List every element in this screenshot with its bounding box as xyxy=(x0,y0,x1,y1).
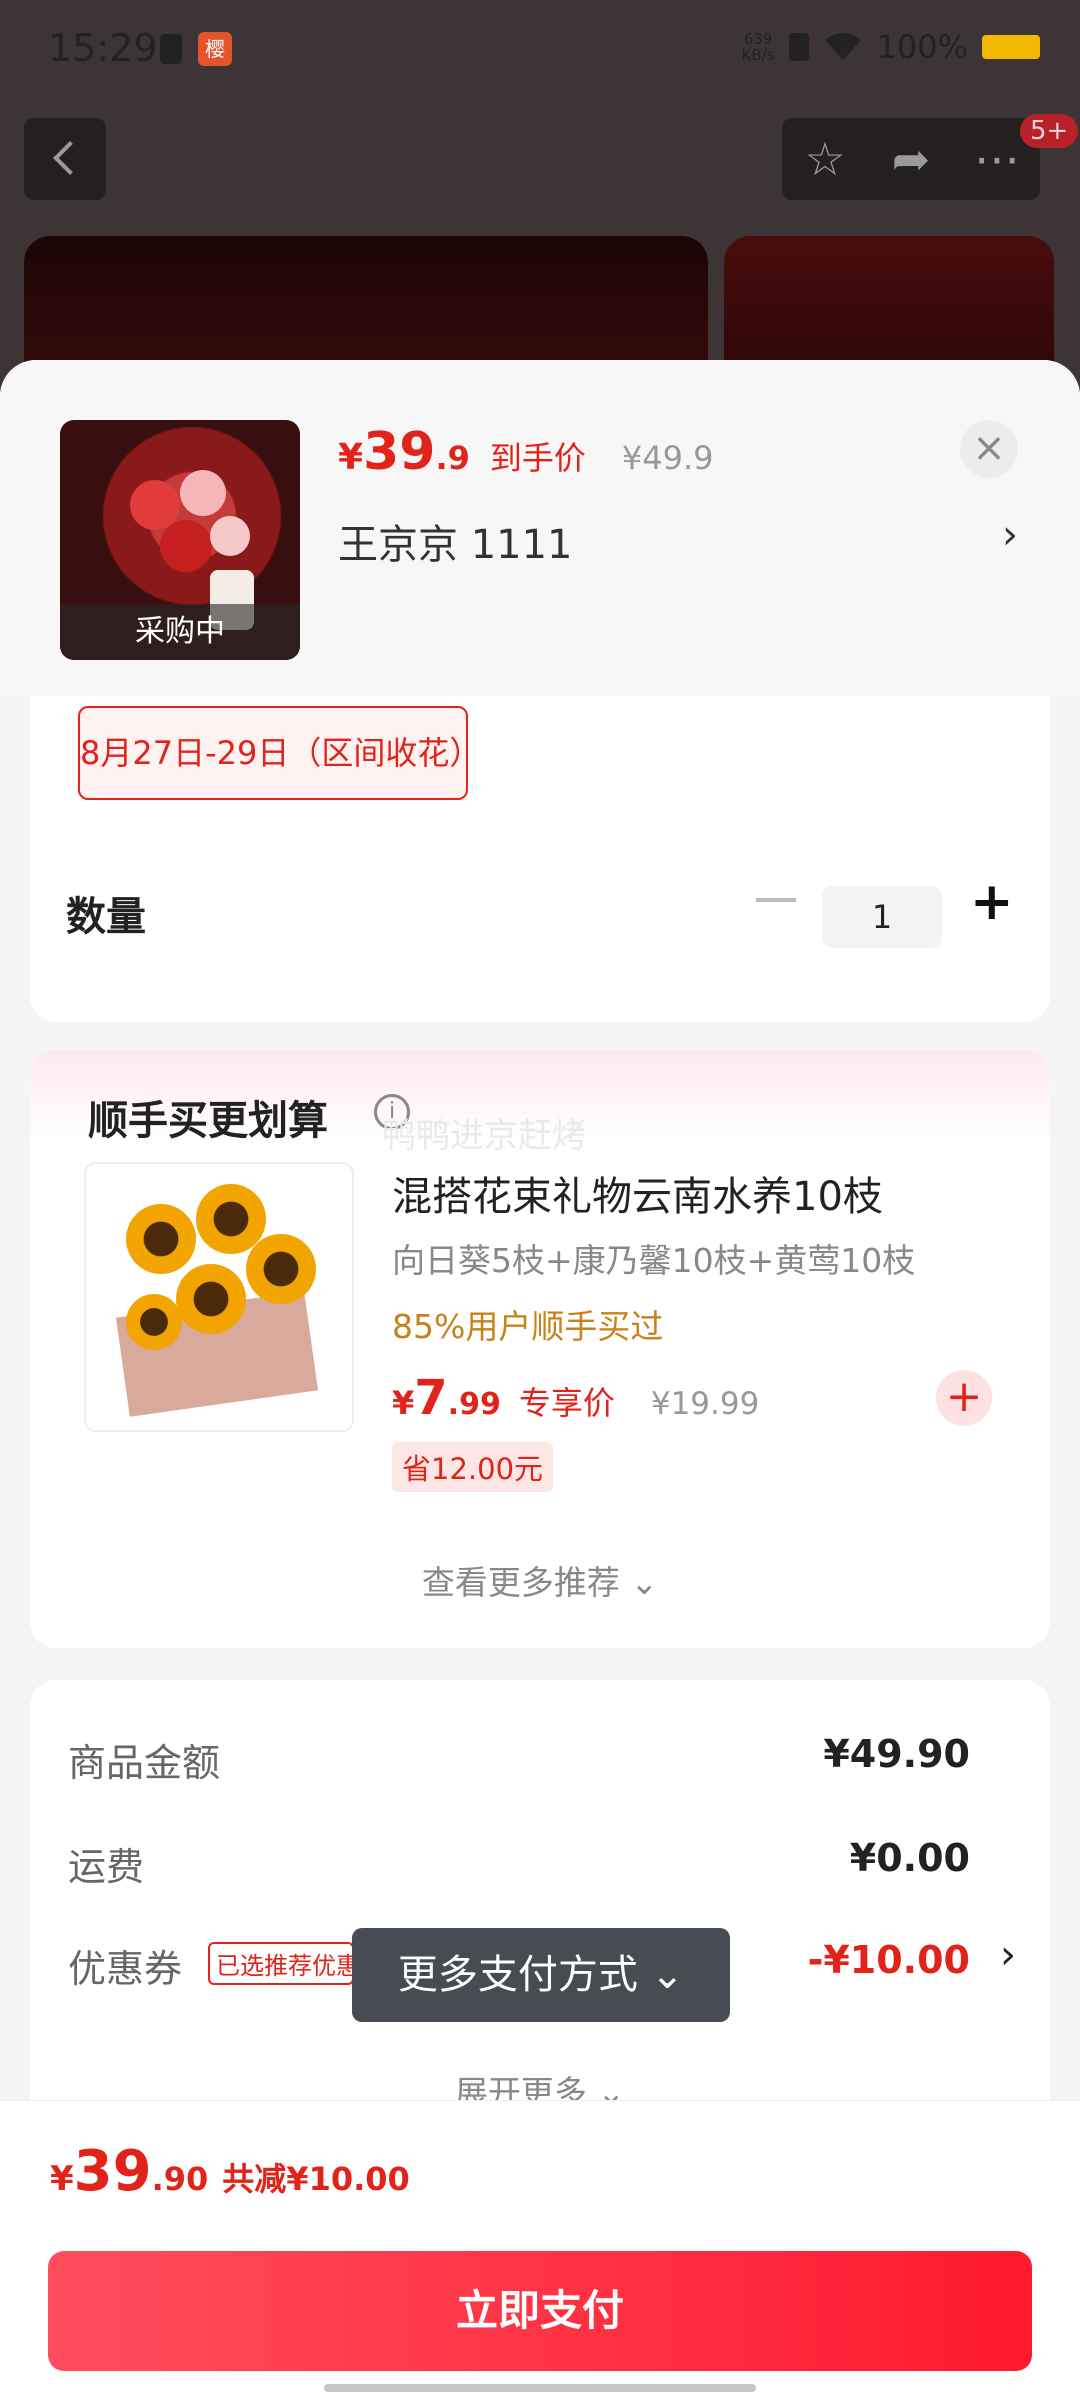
quantity-label: 数量 xyxy=(66,894,146,940)
exclusive-price-label: 专享价 xyxy=(518,1384,615,1422)
add-recommend-button[interactable]: + xyxy=(936,1370,992,1426)
recommend-card: 顺手买更划算 i 鸭鸭进京赶烤 混搭花束礼物云南水养10枝 向日葵5枝+康乃馨1… xyxy=(30,1050,1050,1648)
fee-card: 商品金额 ¥49.90 运费 ¥0.00 优惠券 已选推荐优惠 -¥10.00 … xyxy=(30,1680,1050,2120)
recommend-title: 顺手买更划算 xyxy=(88,1098,328,1144)
product-thumbnail[interactable]: 采购中 xyxy=(60,420,300,660)
price-integer: 7 xyxy=(414,1370,448,1426)
recommend-item-sold: 85%用户顺手买过 xyxy=(392,1307,664,1346)
chevron-right-icon[interactable]: › xyxy=(1000,1932,1016,1978)
savings-badge: 省12.00元 xyxy=(392,1442,554,1492)
quantity-increase-button[interactable]: + xyxy=(970,872,1014,932)
checkout-sheet: 采购中 ¥ 39 .9 到手价 ¥49.9 × 王京京 1111 › 8月27日… xyxy=(0,360,1080,2400)
purchasing-label: 采购中 xyxy=(60,604,300,660)
home-indicator[interactable] xyxy=(324,2384,756,2392)
coupon-value[interactable]: -¥10.00 xyxy=(808,1938,970,1982)
back-button[interactable] xyxy=(24,118,106,200)
network-speed-unit: KB/s xyxy=(741,46,775,64)
coupon-label: 优惠券 xyxy=(68,1947,183,1991)
bottom-bar: ¥ 39 .90 共减¥10.00 立即支付 xyxy=(0,2100,1080,2400)
share-icon[interactable]: ➦ xyxy=(884,132,938,186)
notification-badge: 5+ xyxy=(1020,114,1079,148)
recommend-item-image[interactable] xyxy=(84,1162,354,1432)
status-time: 15:29 xyxy=(48,26,158,70)
battery-icon xyxy=(982,35,1040,59)
price-decimal: .99 xyxy=(447,1387,501,1422)
product-header: 采购中 ¥ 39 .9 到手价 ¥49.9 × 王京京 1111 › xyxy=(0,360,1080,696)
recommend-item-price: ¥ 7 .99 专享价 ¥19.99 xyxy=(392,1370,759,1426)
price-integer: 39 xyxy=(363,422,436,482)
original-price: ¥49.9 xyxy=(621,439,714,477)
total-price: ¥ 39 .90 共减¥10.00 xyxy=(50,2139,410,2204)
watermark: 鸭鸭进京赶烤 xyxy=(382,1116,586,1156)
recommend-item-desc: 向日葵5枝+康乃馨10枝+黄莺10枝 xyxy=(392,1241,916,1280)
close-button[interactable]: × xyxy=(960,420,1018,478)
network-speed: 639 KB/s xyxy=(742,31,775,63)
quantity-decrease-button[interactable] xyxy=(756,898,796,902)
product-price: ¥ 39 .9 到手价 ¥49.9 xyxy=(338,422,713,482)
pay-now-button[interactable]: 立即支付 xyxy=(48,2251,1032,2371)
shipping-value: ¥0.00 xyxy=(849,1836,970,1880)
price-currency: ¥ xyxy=(50,2159,74,2199)
network-speed-value: 639 xyxy=(743,30,773,48)
star-icon[interactable]: ☆ xyxy=(798,132,852,186)
wifi-icon xyxy=(824,33,861,60)
delivery-card: 8月27日-29日（区间收花） 数量 xyxy=(30,696,1050,1022)
battery-percent: 100% xyxy=(876,28,968,66)
total-discount: 共减¥10.00 xyxy=(222,2160,410,2198)
quantity-input[interactable]: 1 xyxy=(822,886,942,948)
price-currency: ¥ xyxy=(392,1384,415,1422)
original-price: ¥19.99 xyxy=(650,1386,760,1422)
top-toolbar: ☆ ➦ ⋯ xyxy=(782,118,1040,200)
chevron-right-icon: › xyxy=(1002,512,1018,558)
shipping-label: 运费 xyxy=(68,1845,145,1889)
price-integer: 39 xyxy=(73,2139,152,2204)
sim-icon xyxy=(160,34,182,64)
spec-selector[interactable]: 王京京 1111 › xyxy=(338,512,1018,570)
more-icon[interactable]: ⋯ xyxy=(970,132,1024,186)
app-notification-icon: 樱 xyxy=(198,32,232,66)
spec-text: 王京京 1111 xyxy=(338,522,573,568)
more-recommend-link[interactable]: 查看更多推荐 ⌄ xyxy=(30,1556,1050,1604)
delivery-date-chip[interactable]: 8月27日-29日（区间收花） xyxy=(78,706,481,800)
coupon-tag: 已选推荐优惠 xyxy=(208,1942,354,1985)
more-payment-methods-tooltip[interactable]: 更多支付方式 ⌄ xyxy=(352,1928,730,2022)
price-decimal: .9 xyxy=(435,439,470,477)
goods-amount-value: ¥49.90 xyxy=(823,1732,970,1776)
price-currency: ¥ xyxy=(338,437,364,478)
no-sim-icon xyxy=(788,33,809,61)
recommend-item-name[interactable]: 混搭花束礼物云南水养10枝 xyxy=(392,1164,883,1222)
status-bar: 15:29 樱 639 KB/s 100% xyxy=(0,0,1080,100)
goods-amount-label: 商品金额 xyxy=(68,1741,221,1785)
final-price-label: 到手价 xyxy=(489,439,586,477)
price-decimal: .90 xyxy=(151,2160,209,2198)
